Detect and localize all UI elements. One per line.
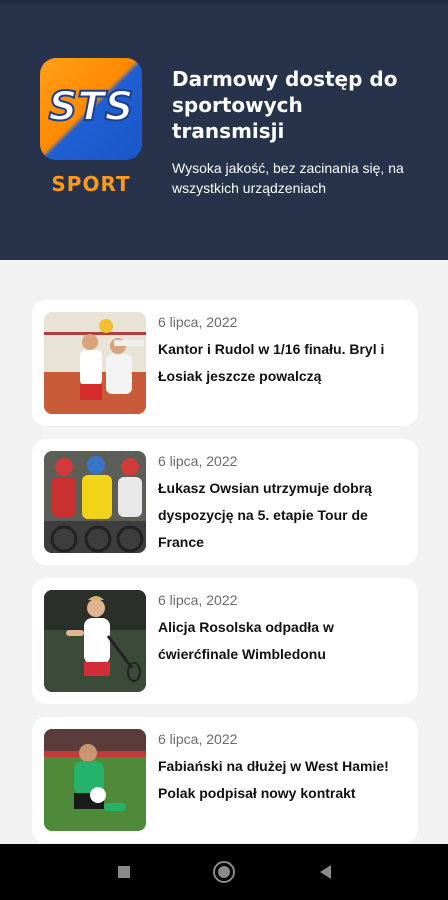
square-icon[interactable]: [110, 858, 138, 886]
news-card[interactable]: 6 lipca, 2022 Łukasz Owsian utrzymuje do…: [32, 439, 418, 565]
triangle-back-icon[interactable]: [312, 858, 340, 886]
news-date: 6 lipca, 2022: [158, 592, 238, 608]
circle-icon[interactable]: [210, 858, 238, 886]
news-thumbnail-tennis: [44, 590, 146, 692]
news-title[interactable]: Fabiański na dłużej w West Hamie! Polak …: [158, 753, 408, 807]
news-thumbnail-volleyball: [44, 312, 146, 414]
news-date: 6 lipca, 2022: [158, 453, 238, 469]
news-title[interactable]: Kantor i Rudol w 1/16 finału. Bryl i Łos…: [158, 336, 408, 390]
promo-title: Darmowy dostęp do sportowych transmisji: [172, 67, 398, 143]
logo-text: STS: [49, 84, 134, 130]
promo-header[interactable]: STS SPORT Darmowy dostęp do sportowych t…: [0, 4, 448, 260]
promo-subtitle: Wysoka jakość, bez zacinania się, na wsz…: [172, 160, 404, 196]
news-date: 6 lipca, 2022: [158, 314, 238, 330]
news-card[interactable]: 6 lipca, 2022 Alicja Rosolska odpadła w …: [32, 578, 418, 704]
news-card[interactable]: 6 lipca, 2022 Kantor i Rudol w 1/16 fina…: [32, 300, 418, 426]
news-title[interactable]: Alicja Rosolska odpadła w ćwierćfinale W…: [158, 614, 408, 668]
sts-logo: STS: [40, 58, 142, 160]
logo-label: SPORT: [51, 172, 131, 196]
news-thumbnail-football: [44, 729, 146, 831]
news-thumbnail-cycling: [44, 451, 146, 553]
android-nav-bar: [0, 844, 448, 900]
news-card[interactable]: 6 lipca, 2022 Fabiański na dłużej w West…: [32, 717, 418, 843]
news-title[interactable]: Łukasz Owsian utrzymuje dobrą dyspozycję…: [158, 475, 408, 556]
news-date: 6 lipca, 2022: [158, 731, 238, 747]
